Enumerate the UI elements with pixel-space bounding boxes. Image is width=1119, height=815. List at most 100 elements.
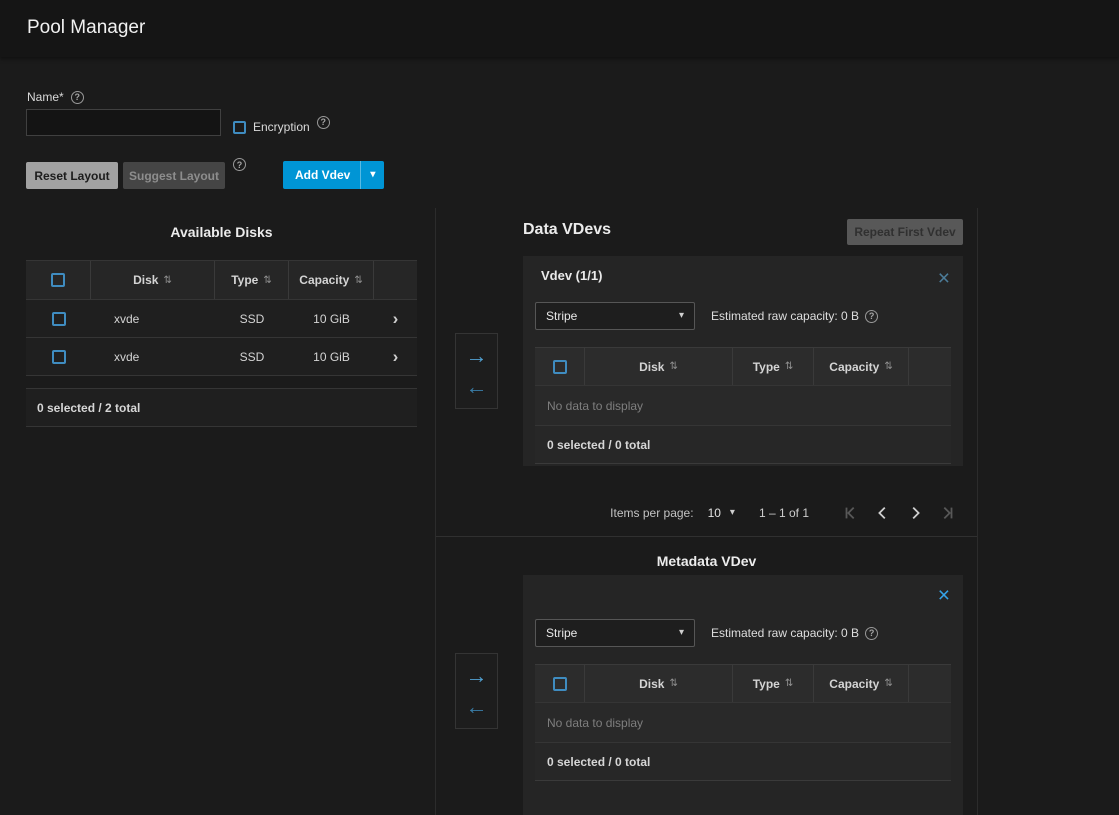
card-controls: Stripe Estimated raw capacity: 0 B (535, 302, 951, 330)
move-right-icon[interactable] (466, 665, 488, 687)
name-input[interactable] (26, 109, 221, 136)
capacity-help-icon[interactable] (865, 627, 878, 640)
column-header-capacity[interactable]: Capacity (289, 261, 374, 299)
move-right-icon[interactable] (466, 345, 488, 367)
move-left-icon[interactable] (466, 376, 488, 398)
previous-page-button[interactable] (867, 497, 899, 529)
disk-row[interactable]: xvde SSD 10 GiB (26, 300, 417, 338)
select-all-checkbox[interactable] (553, 677, 567, 691)
sort-icon (163, 275, 171, 286)
sort-icon (884, 678, 892, 689)
close-icon[interactable] (938, 585, 950, 606)
name-label-row: Name* (27, 90, 84, 104)
column-label: Capacity (829, 677, 879, 691)
vdev-table-header-row: Disk Type Capacity (535, 665, 951, 703)
move-left-icon[interactable] (466, 696, 488, 718)
spacer-cell (909, 348, 951, 385)
suggest-layout-button[interactable]: Suggest Layout (123, 162, 225, 189)
sort-icon (669, 678, 677, 689)
select-all-checkbox[interactable] (553, 360, 567, 374)
page-size-select[interactable]: 10 (708, 506, 735, 520)
column-label: Capacity (829, 360, 879, 374)
column-label: Type (753, 677, 780, 691)
encryption-help-icon[interactable] (317, 116, 330, 129)
column-header-disk[interactable]: Disk (585, 348, 733, 385)
layout-select[interactable]: Stripe (535, 619, 695, 647)
disk-type: SSD (215, 300, 289, 337)
card-header (523, 575, 963, 606)
expand-row-icon[interactable] (393, 310, 399, 327)
encryption-checkbox[interactable] (233, 121, 246, 134)
data-vdev-card: Vdev (1/1) Stripe Estimated raw capacity… (523, 256, 963, 466)
column-header-capacity[interactable]: Capacity (814, 348, 909, 385)
sort-icon (884, 361, 892, 372)
capacity-help-icon[interactable] (865, 310, 878, 323)
card-header: Vdev (1/1) (523, 256, 963, 289)
disk-name: xvde (91, 338, 215, 375)
add-vdev-label: Add Vdev (283, 168, 360, 182)
spacer-cell (909, 665, 951, 702)
items-per-page-label: Items per page: (610, 506, 693, 520)
disk-capacity: 10 GiB (289, 338, 374, 375)
layout-help-icon[interactable] (233, 158, 246, 171)
chevron-right-icon (906, 504, 924, 522)
disk-type: SSD (215, 338, 289, 375)
empty-message: No data to display (535, 386, 951, 425)
column-header-type[interactable]: Type (733, 348, 814, 385)
reset-layout-button[interactable]: Reset Layout (26, 162, 118, 189)
name-label: Name* (27, 90, 64, 104)
last-page-icon (938, 504, 956, 522)
paginator: Items per page: 10 1 – 1 of 1 (436, 490, 977, 537)
next-page-button[interactable] (899, 497, 931, 529)
name-help-icon[interactable] (71, 91, 84, 104)
metadata-vdev-transfer (455, 653, 498, 729)
encryption-row: Encryption (233, 120, 330, 134)
column-label: Disk (639, 360, 664, 374)
card-controls: Stripe Estimated raw capacity: 0 B (535, 619, 951, 647)
empty-message: No data to display (535, 703, 951, 742)
vdev-table-header-row: Disk Type Capacity (535, 348, 951, 386)
sort-icon (669, 361, 677, 372)
column-header-disk[interactable]: Disk (91, 261, 215, 299)
sort-icon (785, 361, 793, 372)
column-header-type[interactable]: Type (733, 665, 814, 702)
row-checkbox[interactable] (52, 312, 66, 326)
spacer-cell (374, 261, 417, 299)
empty-row: No data to display (535, 386, 951, 426)
page-range: 1 – 1 of 1 (759, 506, 809, 520)
section-divider (977, 208, 978, 815)
select-all-checkbox[interactable] (51, 273, 65, 287)
estimated-capacity-label: Estimated raw capacity: 0 B (711, 626, 859, 640)
expand-cell (374, 338, 417, 375)
column-label: Type (753, 360, 780, 374)
estimated-capacity-label: Estimated raw capacity: 0 B (711, 309, 859, 323)
first-page-button[interactable] (835, 497, 867, 529)
vdev-summary: 0 selected / 0 total (535, 743, 951, 781)
disk-name: xvde (91, 300, 215, 337)
expand-row-icon[interactable] (393, 348, 399, 365)
column-label: Capacity (299, 273, 349, 287)
add-vdev-button[interactable]: Add Vdev (283, 161, 384, 189)
chevron-down-icon (730, 508, 735, 518)
empty-row: No data to display (535, 703, 951, 743)
row-checkbox-cell (26, 338, 91, 375)
vdev-summary: 0 selected / 0 total (535, 426, 951, 464)
sort-icon (354, 275, 362, 286)
column-header-type[interactable]: Type (215, 261, 289, 299)
close-icon[interactable] (938, 268, 950, 289)
last-page-button[interactable] (931, 497, 963, 529)
chevron-left-icon (874, 504, 892, 522)
row-checkbox[interactable] (52, 350, 66, 364)
repeat-first-vdev-button[interactable]: Repeat First Vdev (847, 219, 963, 245)
layout-select[interactable]: Stripe (535, 302, 695, 330)
layout-select-value: Stripe (546, 309, 577, 323)
vdev-disks-table: Disk Type Capacity No data to display 0 … (535, 347, 951, 464)
app-header: Pool Manager (0, 0, 1119, 57)
disk-capacity: 10 GiB (289, 300, 374, 337)
column-header-capacity[interactable]: Capacity (814, 665, 909, 702)
disk-row[interactable]: xvde SSD 10 GiB (26, 338, 417, 376)
data-vdevs-title: Data VDevs (523, 221, 611, 239)
chevron-down-icon (679, 628, 684, 638)
available-disks-table: Disk Type Capacity xvde SSD 10 GiB (26, 260, 417, 376)
column-header-disk[interactable]: Disk (585, 665, 733, 702)
